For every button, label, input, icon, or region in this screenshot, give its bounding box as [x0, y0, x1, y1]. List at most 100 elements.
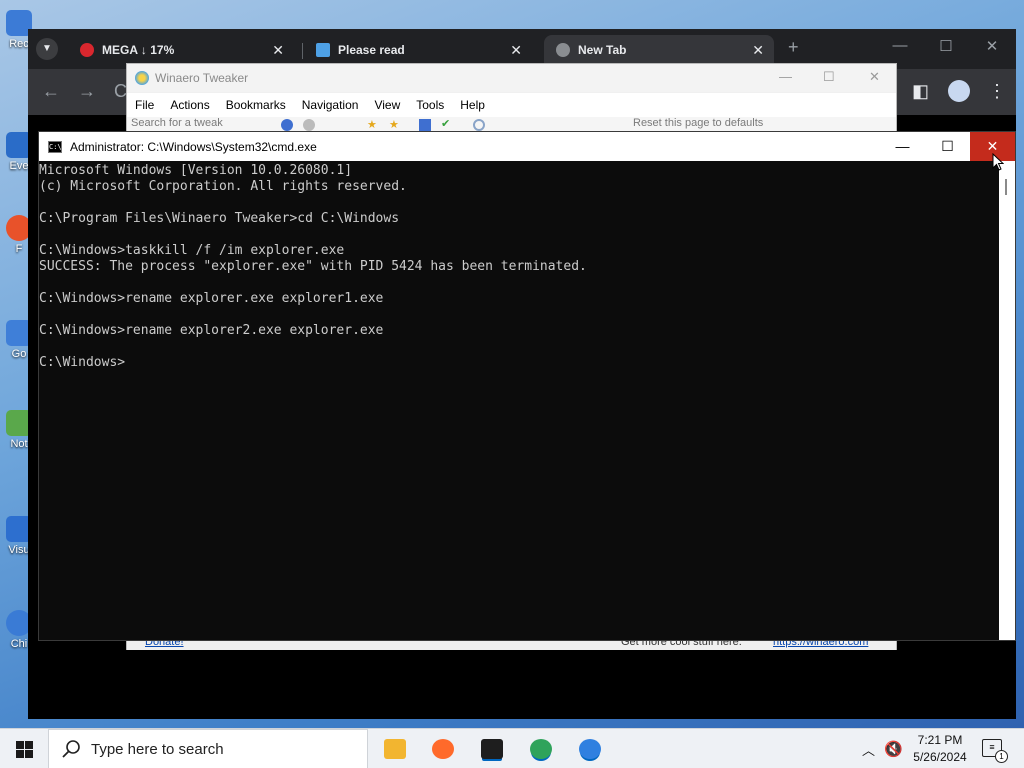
check-icon[interactable]: ✔ — [441, 117, 450, 130]
taskbar-clock[interactable]: 7:21 PM 5/26/2024 — [900, 732, 980, 766]
chrome-maximize-button[interactable]: ☐ — [936, 37, 956, 55]
chrome-favicon-icon — [556, 43, 570, 57]
tab-separator — [302, 43, 303, 59]
tab-title: Please read — [338, 43, 405, 57]
mega-favicon-icon — [80, 43, 94, 57]
console-line: C:\Program Files\Winaero Tweaker>cd C:\W… — [39, 211, 400, 226]
tab-mega[interactable]: MEGA ↓ 17% ✕ — [68, 35, 294, 65]
start-button[interactable] — [0, 729, 48, 768]
menu-view[interactable]: View — [374, 98, 400, 112]
search-input[interactable] — [91, 740, 341, 758]
winaero-close-button[interactable]: ✕ — [869, 69, 880, 85]
console-line: C:\Windows>taskkill /f /im explorer.exe — [39, 243, 345, 258]
export-icon[interactable] — [419, 119, 431, 131]
tab-close-icon[interactable]: ✕ — [752, 42, 764, 59]
desktop-icon-label: Not — [10, 438, 28, 450]
terminal-icon — [481, 739, 503, 759]
console-line: C:\Windows>rename explorer.exe explorer1… — [39, 291, 384, 306]
edge-icon — [530, 739, 552, 759]
clock-time: 7:21 PM — [917, 733, 963, 747]
side-panel-icon[interactable]: ◧ — [912, 81, 929, 102]
winaero-title-bar: Winaero Tweaker — ☐ ✕ — [127, 64, 896, 92]
cmd-app-icon: C:\ — [48, 140, 62, 153]
chrome-icon — [579, 739, 601, 759]
menu-file[interactable]: File — [135, 98, 154, 112]
taskbar-app-terminal[interactable] — [472, 734, 512, 764]
notification-count-badge: 1 — [995, 750, 1008, 763]
bookmark-star-icon[interactable]: ★ — [367, 118, 377, 131]
taskbar-app-chrome[interactable] — [570, 734, 610, 764]
forward-icon[interactable]: → — [78, 81, 96, 102]
chrome-close-button[interactable]: ✕ — [982, 37, 1002, 55]
chevron-up-icon: ︿ — [862, 742, 876, 758]
tab-new-tab[interactable]: New Tab ✕ — [544, 35, 774, 65]
cmd-window: C:\ Administrator: C:\Windows\System32\c… — [38, 131, 1016, 641]
tab-please-read[interactable]: Please read ✕ — [304, 35, 532, 65]
desktop-icon-label: Chi — [10, 638, 28, 650]
forward-nav-icon[interactable] — [303, 119, 315, 131]
profile-avatar[interactable] — [948, 80, 970, 102]
console-line: Microsoft Windows [Version 10.0.26080.1] — [39, 163, 353, 178]
chevron-down-icon: ▼ — [42, 43, 52, 54]
search-icon — [62, 740, 80, 758]
menu-bookmarks[interactable]: Bookmarks — [226, 98, 286, 112]
notification-center-button[interactable]: ≡ 1 — [982, 739, 1008, 763]
reset-page-button[interactable]: Reset this page to defaults — [633, 117, 763, 129]
new-tab-button[interactable]: + — [788, 37, 799, 58]
back-nav-icon[interactable] — [281, 119, 293, 131]
tweak-search-input[interactable]: Search for a tweak — [131, 117, 223, 129]
tab-close-icon[interactable]: ✕ — [510, 42, 522, 59]
clock-date: 5/26/2024 — [913, 750, 967, 764]
winaero-minimize-button[interactable]: — — [779, 69, 792, 84]
taskbar-app-firefox[interactable] — [423, 734, 463, 764]
desktop-icon-label: Visu — [8, 544, 30, 556]
console-line: (c) Microsoft Corporation. All rights re… — [39, 179, 407, 194]
cmd-scrollbar[interactable] — [999, 161, 1015, 640]
tab-search-button[interactable]: ▼ — [36, 38, 58, 60]
tab-title: New Tab — [578, 43, 627, 57]
desktop-icon-label: Go — [11, 348, 27, 360]
menu-help[interactable]: Help — [460, 98, 485, 112]
desktop-icon-label: Eve — [9, 160, 29, 172]
winaero-menu-bar: File Actions Bookmarks Navigation View T… — [127, 93, 896, 117]
cmd-minimize-button[interactable]: — — [880, 132, 925, 161]
chrome-menu-icon[interactable]: ⋮ — [988, 81, 1006, 102]
folder-icon — [384, 739, 406, 759]
bookmark-star-icon[interactable]: ★ — [389, 118, 399, 131]
desktop-icon-label: Rec — [9, 38, 29, 50]
taskbar-app-edge[interactable] — [521, 734, 561, 764]
notification-icon: ≡ — [989, 742, 995, 752]
taskbar-search[interactable] — [48, 729, 368, 768]
winaero-app-icon — [135, 71, 149, 85]
menu-navigation[interactable]: Navigation — [302, 98, 359, 112]
show-hidden-icons-button[interactable]: ︿ — [862, 729, 875, 768]
console-line: C:\Windows>rename explorer2.exe explorer… — [39, 323, 384, 338]
tab-title: MEGA ↓ 17% — [102, 43, 175, 57]
scrollbar-thumb[interactable] — [1005, 179, 1007, 195]
firefox-icon — [432, 739, 454, 759]
console-prompt[interactable]: C:\Windows> — [39, 355, 999, 371]
taskbar-app-file-explorer[interactable] — [375, 734, 415, 764]
menu-actions[interactable]: Actions — [170, 98, 209, 112]
menu-tools[interactable]: Tools — [416, 98, 444, 112]
cmd-maximize-button[interactable]: ☐ — [925, 132, 970, 161]
cmd-title-bar: C:\ Administrator: C:\Windows\System32\c… — [39, 132, 1015, 161]
chrome-minimize-button[interactable]: — — [890, 37, 910, 54]
taskbar: ︿ 🔇 7:21 PM 5/26/2024 ≡ 1 — [0, 728, 1024, 768]
window-title: Winaero Tweaker — [155, 71, 249, 85]
cmd-console-output[interactable]: Microsoft Windows [Version 10.0.26080.1]… — [39, 161, 999, 640]
tab-close-icon[interactable]: ✕ — [272, 42, 284, 59]
console-line: SUCCESS: The process "explorer.exe" with… — [39, 259, 587, 274]
winaero-maximize-button[interactable]: ☐ — [823, 69, 835, 85]
transfer-favicon-icon — [316, 43, 330, 57]
search-icon[interactable] — [473, 119, 485, 131]
mouse-cursor-icon — [992, 153, 1004, 171]
window-title: Administrator: C:\Windows\System32\cmd.e… — [70, 139, 317, 154]
back-icon[interactable]: ← — [42, 81, 60, 102]
desktop-icon-label: F — [15, 243, 23, 255]
